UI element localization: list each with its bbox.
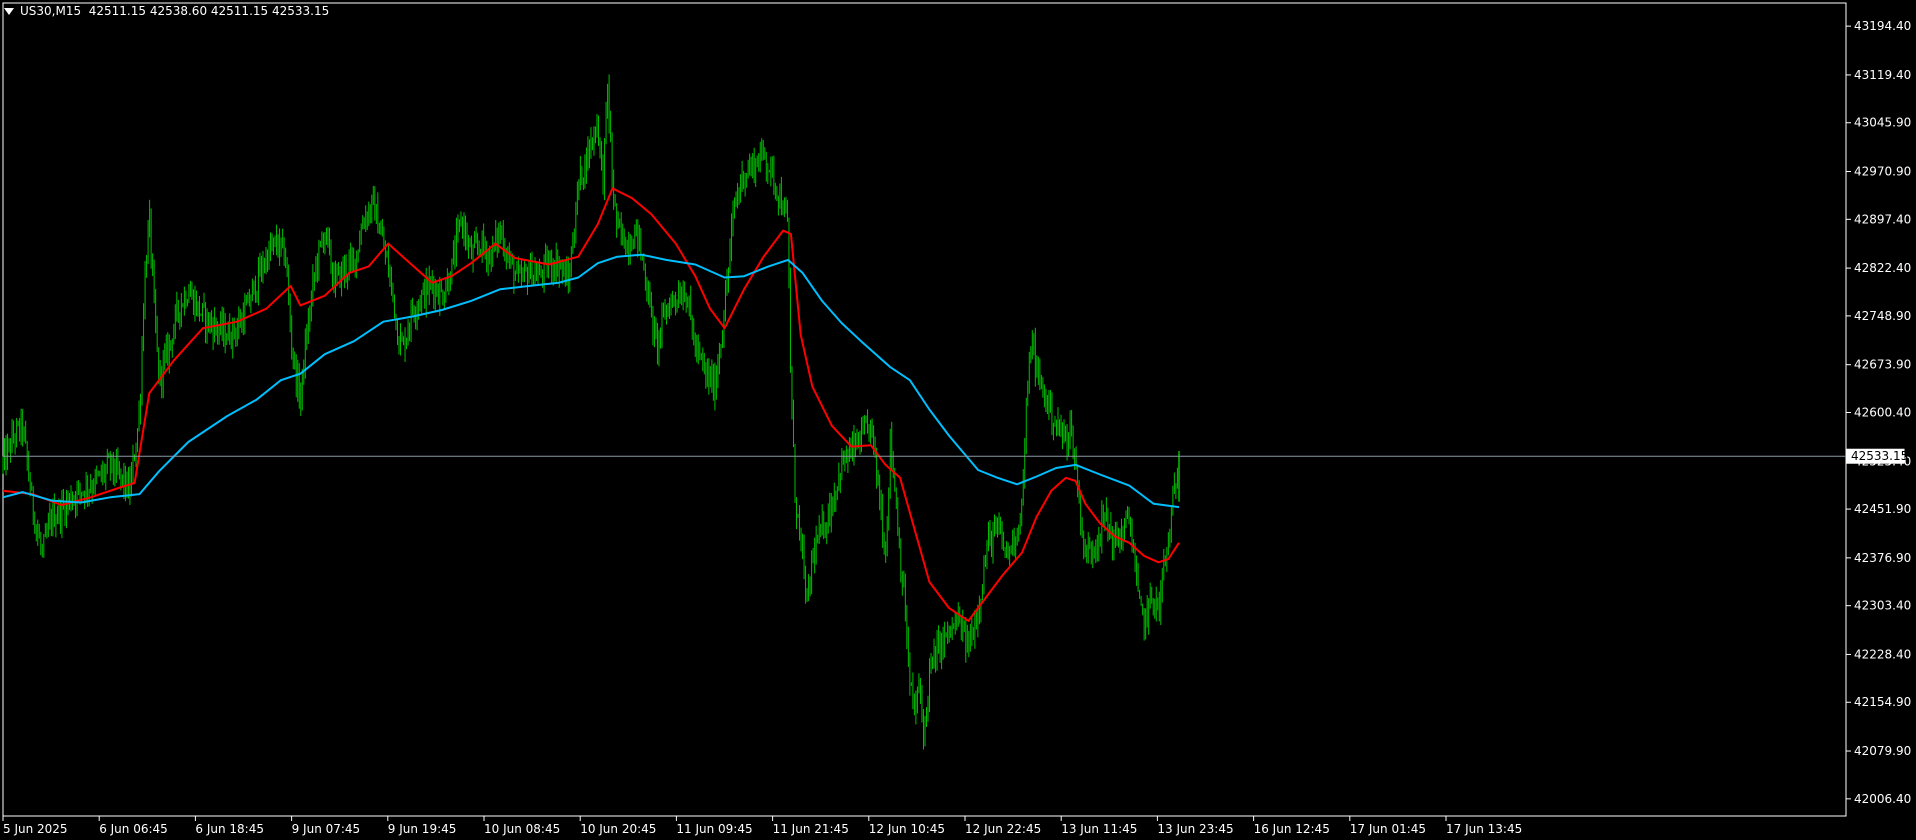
x-tick-label: 13 Jun 11:45	[1061, 822, 1137, 836]
y-tick-label: 42006.40	[1854, 792, 1911, 806]
y-tick-label: 42673.90	[1854, 358, 1911, 372]
y-tick-label: 42897.40	[1854, 212, 1911, 226]
price-chart[interactable]: 43194.40 43119.40 43045.90 42970.90 42897.40…	[0, 0, 1916, 840]
y-tick-label: 42600.40	[1854, 405, 1911, 419]
ohlc-readout: 42511.15 42538.60 42511.15 42533.15	[88, 4, 330, 18]
symbol-label: US30,M15	[20, 4, 82, 18]
x-tick-label: 12 Jun 22:45	[965, 822, 1041, 836]
y-tick-label: 42154.90	[1854, 695, 1911, 709]
y-tick-label: 42303.40	[1854, 599, 1911, 613]
y-tick-label: 43045.90	[1854, 116, 1911, 130]
y-tick-label: 42748.90	[1854, 309, 1911, 323]
y-tick-label: 42079.90	[1854, 744, 1911, 758]
x-tick-label: 17 Jun 01:45	[1350, 822, 1426, 836]
y-tick-label: 43119.40	[1854, 68, 1911, 82]
x-tick-label: 10 Jun 08:45	[484, 822, 560, 836]
plot-frame	[2, 2, 1847, 817]
x-tick-label: 9 Jun 07:45	[292, 822, 361, 836]
x-tick-label: 6 Jun 18:45	[195, 822, 264, 836]
x-tick-label: 16 Jun 12:45	[1254, 822, 1330, 836]
x-tick-label: 5 Jun 2025	[3, 822, 68, 836]
x-tick-label: 10 Jun 20:45	[580, 822, 656, 836]
chart-header: US30,M15 42511.15 42538.60 42511.15 4253…	[4, 4, 329, 18]
x-tick-label: 12 Jun 10:45	[869, 822, 945, 836]
y-tick-label: 42376.90	[1854, 551, 1911, 565]
y-tick-label: 43194.40	[1854, 19, 1911, 33]
x-tick-label: 6 Jun 06:45	[99, 822, 168, 836]
y-tick-label: 42970.90	[1854, 165, 1911, 179]
x-tick-label: 11 Jun 09:45	[676, 822, 752, 836]
chart-window: 43194.40 43119.40 43045.90 42970.90 42897.40…	[0, 0, 1916, 840]
y-tick-label: 42451.90	[1854, 502, 1911, 516]
y-tick-label: 42228.40	[1854, 647, 1911, 661]
dropdown-triangle-icon[interactable]	[4, 8, 14, 15]
y-tick-label: 42822.40	[1854, 261, 1911, 275]
x-tick-label: 9 Jun 19:45	[388, 822, 457, 836]
x-tick-label: 17 Jun 13:45	[1446, 822, 1522, 836]
current-price-label: 42533.15	[1851, 449, 1908, 463]
x-tick-label: 11 Jun 21:45	[773, 822, 849, 836]
x-tick-label: 13 Jun 23:45	[1157, 822, 1233, 836]
